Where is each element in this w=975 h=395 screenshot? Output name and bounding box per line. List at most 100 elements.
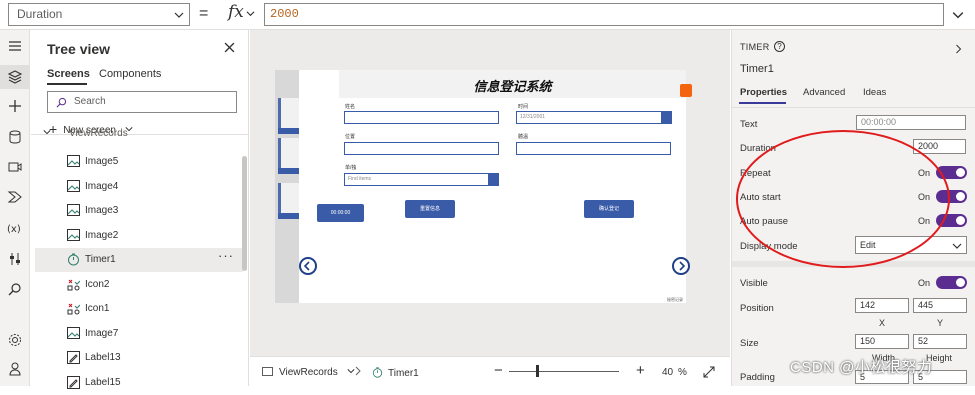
date-picker[interactable]: 12/31/2001 [516, 111, 672, 124]
tab-components[interactable]: Components [99, 68, 161, 80]
tab-advanced[interactable]: Advanced [803, 87, 845, 98]
tab-active-indicator [739, 102, 786, 104]
chevron-right-icon[interactable] [954, 43, 963, 55]
left-rail: (x) [0, 30, 30, 386]
control-selector[interactable]: Timer1 [372, 367, 419, 379]
zoom-slider-track[interactable] [509, 371, 619, 372]
tree-view-panel: Tree view Screens Components Search + New… [31, 30, 249, 389]
app-screen-canvas[interactable]: 信息登记系统 姓名 时间 12/31/2001 位置 體溫 单/独 Find i… [275, 70, 692, 303]
calendar-icon[interactable] [661, 112, 671, 123]
tree-item-viewrecords[interactable]: ViewRecords [35, 128, 243, 140]
tree-item-image4[interactable]: Image4 [35, 175, 243, 199]
screen-selector[interactable]: ViewRecords [262, 367, 355, 378]
unit-combobox[interactable]: Find items [344, 173, 499, 186]
timer-icon [68, 253, 79, 266]
property-dropdown-value: Duration [17, 7, 63, 21]
bottom-status-bar: ViewRecords Timer1 − + 40 % [250, 356, 730, 386]
timer-control[interactable]: 00:00:00 [317, 204, 364, 222]
property-dropdown[interactable]: Duration [8, 3, 190, 26]
tree-item-timer1[interactable]: Timer1 ··· [35, 248, 243, 272]
chevron-down-icon [174, 12, 184, 18]
orange-icon[interactable] [680, 84, 692, 97]
zoom-slider-thumb[interactable] [536, 365, 539, 377]
visible-toggle[interactable] [936, 276, 967, 289]
position-property-label: Position [740, 303, 774, 314]
tree-item-icon1[interactable]: Icon1 [35, 297, 243, 321]
icon-control-icon [67, 279, 80, 291]
media-icon[interactable] [7, 159, 23, 175]
tab-active-indicator [47, 83, 87, 85]
tree-item-image2[interactable]: Image2 [35, 224, 243, 248]
name-input[interactable] [344, 111, 499, 124]
tools-icon[interactable] [7, 251, 23, 267]
hamburger-menu-icon[interactable] [7, 38, 23, 54]
data-icon[interactable] [7, 129, 23, 145]
size-height-input[interactable]: 52 [913, 334, 967, 349]
tree-item-image7[interactable]: Image7 [35, 322, 243, 346]
fx-button[interactable]: fx [228, 2, 244, 22]
nav-forward-icon[interactable] [672, 257, 690, 275]
insert-plus-icon[interactable] [7, 98, 23, 114]
canvas-area: 信息登记系统 姓名 时间 12/31/2001 位置 體溫 单/独 Find i… [250, 30, 730, 356]
tab-properties[interactable]: Properties [740, 87, 787, 98]
tree-item-label: Image3 [85, 205, 119, 216]
search-icon[interactable] [7, 281, 23, 297]
reset-button[interactable]: 重置信息 [405, 200, 455, 218]
text-property-input[interactable]: 00:00:00 [856, 115, 966, 130]
chevron-down-icon[interactable] [488, 174, 498, 185]
visible-state: On [918, 278, 931, 288]
chevron-down-icon [43, 130, 51, 135]
zoom-in-button[interactable]: + [636, 362, 645, 379]
tree-view-title: Tree view [47, 41, 111, 57]
position-y-input[interactable]: 445 [913, 298, 967, 313]
layers-icon[interactable] [7, 69, 23, 85]
virtual-agent-icon[interactable] [7, 361, 23, 377]
tree-search-input[interactable]: Search [47, 91, 237, 113]
size-width-input[interactable]: 150 [855, 334, 909, 349]
control-name[interactable]: Timer1 [740, 63, 774, 75]
red-annotation-ellipse [736, 130, 950, 268]
zoom-value: 40 [662, 367, 674, 378]
gallery-thumbnail[interactable] [278, 183, 299, 219]
tab-screens[interactable]: Screens [47, 68, 90, 80]
gallery-thumbnail[interactable] [278, 98, 299, 134]
fit-to-window-icon[interactable] [703, 366, 715, 378]
power-automate-icon[interactable] [7, 189, 23, 205]
gallery-thumbnail[interactable] [278, 138, 299, 174]
watermark: CSDN @小松很努力 [790, 359, 933, 376]
settings-gear-icon[interactable] [7, 332, 23, 348]
nav-back-icon[interactable] [299, 257, 317, 275]
y-caption: Y [937, 318, 944, 328]
control-type: TIMER [740, 42, 770, 52]
formula-bar: Duration = fx 2000 [0, 0, 975, 30]
tree-item-label: Label13 [85, 352, 121, 363]
tree-scrollbar[interactable] [242, 156, 247, 271]
formula-input[interactable]: 2000 [264, 3, 944, 26]
more-options-icon[interactable]: ··· [218, 244, 234, 268]
tree-item-label: Image2 [85, 230, 119, 241]
chevron-down-icon[interactable] [246, 9, 255, 18]
tab-ideas[interactable]: Ideas [863, 87, 886, 98]
temperature-input[interactable] [516, 142, 671, 155]
tree-item-icon2[interactable]: Icon2 [35, 273, 243, 297]
position-x-input[interactable]: 142 [855, 298, 909, 313]
zoom-out-button[interactable]: − [494, 362, 503, 379]
equals-sign: = [199, 5, 209, 22]
help-icon[interactable]: ? [774, 41, 785, 52]
screen-icon [262, 367, 273, 376]
close-icon[interactable] [224, 42, 235, 53]
tree-item-label15[interactable]: Label15 [35, 371, 243, 395]
label-icon [67, 376, 80, 389]
tree-item-label13[interactable]: Label13 [35, 346, 243, 370]
tree-item-label: Timer1 [85, 254, 116, 265]
chevron-down-icon[interactable] [952, 9, 964, 21]
variables-icon[interactable]: (x) [7, 220, 23, 236]
app-title: 信息登记系统 [473, 79, 552, 94]
location-input[interactable] [344, 142, 499, 155]
tree-item-image5[interactable]: Image5 [35, 150, 243, 174]
image-icon [67, 180, 80, 192]
tree-item-label: ViewRecords [69, 128, 128, 139]
tree-item-image3[interactable]: Image3 [35, 199, 243, 223]
combo-placeholder: Find items [348, 176, 372, 182]
confirm-button[interactable]: 确认登记 [584, 200, 634, 218]
